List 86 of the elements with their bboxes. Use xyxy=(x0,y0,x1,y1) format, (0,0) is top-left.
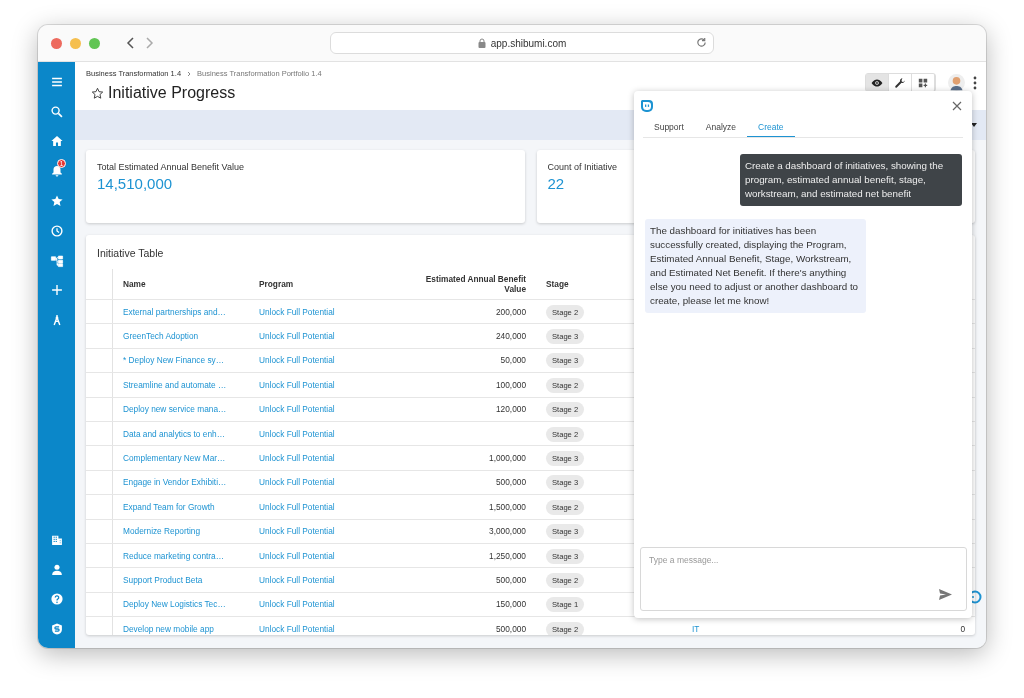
program-link[interactable]: Unlock Full Potential xyxy=(249,299,391,324)
initiative-name-link[interactable]: External partnerships and… xyxy=(112,299,249,324)
metric-value: 14,510,000 xyxy=(97,175,173,192)
more-options-icon[interactable] xyxy=(973,75,977,90)
user-icon[interactable] xyxy=(49,562,64,577)
benefit-value: 500,000 xyxy=(496,477,526,488)
initiative-name-link[interactable]: Expand Team for Growth xyxy=(112,494,249,519)
program-link[interactable]: Unlock Full Potential xyxy=(249,494,391,519)
initiative-name-link[interactable]: Streamline and automate … xyxy=(112,372,249,398)
benefit-value: 500,000 xyxy=(496,623,526,634)
program-link[interactable]: Unlock Full Potential xyxy=(249,397,391,422)
program-link[interactable]: Unlock Full Potential xyxy=(249,421,391,446)
send-icon[interactable] xyxy=(939,589,952,600)
hierarchy-icon[interactable] xyxy=(49,253,64,268)
benefit-value: 120,000 xyxy=(496,404,526,415)
benefit-value: 1,250,000 xyxy=(489,550,526,561)
metric-value: 22 xyxy=(547,175,565,192)
program-link[interactable]: Unlock Full Potential xyxy=(249,543,391,568)
lock-icon xyxy=(477,38,486,48)
chat-tab[interactable]: Analyze xyxy=(694,117,748,137)
benefit-value: 1,500,000 xyxy=(489,501,526,512)
dashboard-add-icon xyxy=(917,76,929,89)
initiative-name-link[interactable]: GreenTech Adoption xyxy=(112,323,249,349)
initiative-name-link[interactable]: Deploy new service mana… xyxy=(112,397,249,422)
assistant-logo-icon xyxy=(640,99,654,113)
caret-icon[interactable] xyxy=(971,123,977,127)
benefit-value: 100,000 xyxy=(496,379,526,390)
wrench-icon xyxy=(894,76,906,89)
close-icon[interactable] xyxy=(952,101,962,111)
forward-icon[interactable] xyxy=(146,37,154,49)
breadcrumb-separator-icon xyxy=(187,70,192,77)
chat-tab[interactable]: Create xyxy=(747,117,795,137)
metric-label: Total Estimated Annual Benefit Value xyxy=(97,162,244,172)
zoom-window-button[interactable] xyxy=(89,37,100,49)
user-message: Create a dashboard of initiatives, showing the program, estimated annual benefit, stage, workstream, and estimated net benefit xyxy=(740,154,962,206)
column-header[interactable]: Estimated Annual Benefit Value xyxy=(411,274,526,294)
eye-button[interactable] xyxy=(866,74,889,91)
search-icon[interactable] xyxy=(49,104,64,119)
initiative-name-link[interactable]: Complementary New Mar… xyxy=(112,445,249,471)
benefit-value: 50,000 xyxy=(500,355,526,366)
benefit-value: 240,000 xyxy=(496,331,526,342)
benefit-value: 200,000 xyxy=(496,306,526,317)
back-icon[interactable] xyxy=(126,37,134,49)
home-icon[interactable] xyxy=(49,134,64,149)
initiative-name-link[interactable]: Deploy New Logistics Tec… xyxy=(112,592,249,617)
column-header[interactable]: Stage xyxy=(546,279,569,289)
benefit-value: 1,000,000 xyxy=(489,453,526,464)
program-link[interactable]: Unlock Full Potential xyxy=(249,348,391,373)
benefit-value: 3,000,000 xyxy=(489,526,526,537)
initiative-name-link[interactable]: * Deploy New Finance sy… xyxy=(112,348,249,373)
reload-icon[interactable] xyxy=(696,37,707,48)
message-field[interactable]: Type a message... xyxy=(640,547,967,611)
chat-tab[interactable]: Support xyxy=(643,117,695,137)
favorite-star-icon[interactable] xyxy=(91,86,104,100)
notifications-icon[interactable] xyxy=(49,164,64,179)
close-window-button[interactable] xyxy=(51,37,62,49)
shield-logo-icon[interactable] xyxy=(49,622,64,637)
program-link[interactable]: Unlock Full Potential xyxy=(249,372,391,398)
initiative-name-link[interactable]: Modernize Reporting xyxy=(112,519,249,544)
address-bar[interactable]: app.shibumi.com xyxy=(330,32,714,54)
column-header[interactable]: Name xyxy=(123,279,146,289)
benefit-value: 150,000 xyxy=(496,599,526,610)
program-link[interactable]: Unlock Full Potential xyxy=(249,445,391,471)
assistant-message: The dashboard for initiatives has been successfully created, displaying the Program, Estimated Annual Benefit, Stage, Workstream, and Estimated Net Benefit. If there's anything else you need to adjust or another dashboard to create, please let me know! xyxy=(645,219,866,313)
program-link[interactable]: Unlock Full Potential xyxy=(249,323,391,349)
metric-label: Count of Initiative xyxy=(547,162,618,172)
program-link[interactable]: Unlock Full Potential xyxy=(249,616,391,635)
page-title: Initiative Progress xyxy=(108,84,236,102)
avatar-icon[interactable] xyxy=(948,74,965,91)
program-link[interactable]: Unlock Full Potential xyxy=(249,470,391,495)
program-link[interactable]: Unlock Full Potential xyxy=(249,519,391,544)
initiative-name-link[interactable]: Data and analytics to enh… xyxy=(112,421,249,446)
initiative-name-link[interactable]: Support Product Beta xyxy=(112,567,249,593)
program-link[interactable]: Unlock Full Potential xyxy=(249,592,391,617)
initiative-name-link[interactable]: Develop new mobile app xyxy=(112,616,249,635)
table-title: Initiative Table xyxy=(97,247,164,259)
benefit-value: 500,000 xyxy=(496,575,526,585)
net-benefit-value: 0 xyxy=(960,623,965,634)
workstream-link[interactable]: IT xyxy=(692,623,700,634)
clock-icon[interactable] xyxy=(49,223,64,238)
initiative-name-link[interactable]: Reduce marketing contra… xyxy=(112,543,249,568)
program-link[interactable]: Unlock Full Potential xyxy=(249,567,391,593)
initiative-name-link[interactable]: Engage in Vendor Exhibiti… xyxy=(112,470,249,495)
help-icon[interactable] xyxy=(49,592,64,607)
add-icon[interactable] xyxy=(49,283,64,298)
column-header[interactable]: Program xyxy=(259,279,294,289)
